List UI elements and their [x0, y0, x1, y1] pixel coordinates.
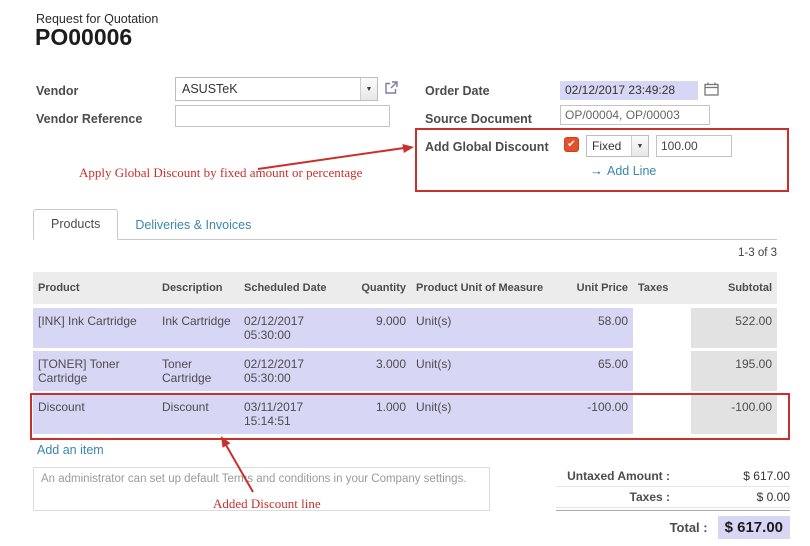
- annotation-global-discount-note: Apply Global Discount by fixed amount or…: [79, 165, 362, 181]
- notebook-tabbar: Products Deliveries & Invoices: [33, 209, 777, 240]
- source-document-input[interactable]: [560, 105, 710, 125]
- vendor-reference-input[interactable]: [175, 105, 390, 127]
- tab-products[interactable]: Products: [33, 209, 118, 240]
- cell-description[interactable]: Discount: [157, 394, 239, 437]
- cell-unit-price[interactable]: -100.00: [561, 394, 633, 437]
- order-date-label: Order Date: [425, 84, 490, 98]
- cell-description[interactable]: Ink Cartridge: [157, 308, 239, 351]
- cell-scheduled-date[interactable]: 03/11/2017 15:14:51: [239, 394, 341, 437]
- cell-taxes[interactable]: [633, 308, 691, 351]
- column-header-subtotal[interactable]: Subtotal: [691, 272, 777, 308]
- global-discount-checkbox[interactable]: [564, 137, 579, 152]
- untaxed-amount-value: $ 617.00: [680, 469, 790, 483]
- select-caret-icon[interactable]: [631, 136, 648, 156]
- cell-product[interactable]: [TONER] Toner Cartridge: [33, 351, 157, 394]
- cell-subtotal: 195.00: [691, 351, 777, 394]
- cell-quantity[interactable]: 9.000: [341, 308, 411, 351]
- discount-amount-input[interactable]: [656, 135, 732, 157]
- add-line-link[interactable]: → Add Line: [590, 163, 656, 178]
- cell-uom[interactable]: Unit(s): [411, 308, 561, 351]
- cell-subtotal: -100.00: [691, 394, 777, 437]
- total-row: Total : $ 617.00: [556, 510, 790, 542]
- vendor-value: ASUSTeK: [176, 78, 360, 100]
- taxes-label: Taxes :: [556, 490, 680, 504]
- cell-product[interactable]: [INK] Ink Cartridge: [33, 308, 157, 351]
- cell-quantity[interactable]: 1.000: [341, 394, 411, 437]
- total-label: Total :: [556, 520, 718, 535]
- discount-type-select[interactable]: Fixed: [586, 135, 649, 157]
- global-discount-label: Add Global Discount: [425, 140, 549, 154]
- untaxed-amount-label: Untaxed Amount :: [556, 469, 680, 483]
- add-an-item-link[interactable]: Add an item: [37, 443, 104, 457]
- cell-unit-price[interactable]: 65.00: [561, 351, 633, 394]
- cell-quantity[interactable]: 3.000: [341, 351, 411, 394]
- annotation-discount-line-note: Added Discount line: [213, 496, 321, 512]
- untaxed-amount-row: Untaxed Amount : $ 617.00: [556, 466, 790, 487]
- calendar-icon[interactable]: [704, 82, 719, 96]
- add-line-label: Add Line: [607, 164, 656, 178]
- cell-product[interactable]: Discount: [33, 394, 157, 437]
- cell-subtotal: 522.00: [691, 308, 777, 351]
- taxes-value: $ 0.00: [680, 490, 790, 504]
- amount-summary: Untaxed Amount : $ 617.00 Taxes : $ 0.00…: [556, 466, 790, 542]
- vendor-select[interactable]: ASUSTeK: [175, 77, 378, 101]
- total-value: $ 617.00: [718, 516, 790, 539]
- cell-uom[interactable]: Unit(s): [411, 394, 561, 437]
- cell-description[interactable]: Toner Cartridge: [157, 351, 239, 394]
- list-pager[interactable]: 1-3 of 3: [637, 247, 777, 259]
- discount-type-value: Fixed: [587, 136, 631, 156]
- table-row-discount[interactable]: Discount Discount 03/11/2017 15:14:51 1.…: [33, 394, 777, 437]
- order-lines-table: Product Description Scheduled Date Quant…: [33, 272, 777, 437]
- table-header-row: Product Description Scheduled Date Quant…: [33, 272, 777, 308]
- cell-uom[interactable]: Unit(s): [411, 351, 561, 394]
- cell-unit-price[interactable]: 58.00: [561, 308, 633, 351]
- add-line-arrow-icon: →: [590, 163, 603, 178]
- column-header-product[interactable]: Product: [33, 272, 157, 308]
- taxes-row: Taxes : $ 0.00: [556, 487, 790, 508]
- column-header-taxes[interactable]: Taxes: [633, 272, 691, 308]
- order-date-input[interactable]: 02/12/2017 23:49:28: [560, 81, 698, 100]
- table-row[interactable]: [TONER] Toner Cartridge Toner Cartridge …: [33, 351, 777, 394]
- vendor-label: Vendor: [36, 84, 78, 98]
- external-link-icon[interactable]: [384, 81, 398, 95]
- column-header-unit-price[interactable]: Unit Price: [561, 272, 633, 308]
- source-document-label: Source Document: [425, 112, 532, 126]
- tab-deliveries-invoices[interactable]: Deliveries & Invoices: [118, 211, 268, 240]
- cell-taxes[interactable]: [633, 394, 691, 437]
- table-row[interactable]: [INK] Ink Cartridge Ink Cartridge 02/12/…: [33, 308, 777, 351]
- page-title: PO00006: [35, 24, 132, 51]
- column-header-scheduled-date[interactable]: Scheduled Date: [239, 272, 341, 308]
- column-header-description[interactable]: Description: [157, 272, 239, 308]
- cell-scheduled-date[interactable]: 02/12/2017 05:30:00: [239, 351, 341, 394]
- dropdown-caret-icon[interactable]: [360, 78, 377, 100]
- cell-taxes[interactable]: [633, 351, 691, 394]
- cell-scheduled-date[interactable]: 02/12/2017 05:30:00: [239, 308, 341, 351]
- column-header-quantity[interactable]: Quantity: [341, 272, 411, 308]
- column-header-uom[interactable]: Product Unit of Measure: [411, 272, 561, 308]
- vendor-reference-label: Vendor Reference: [36, 112, 142, 126]
